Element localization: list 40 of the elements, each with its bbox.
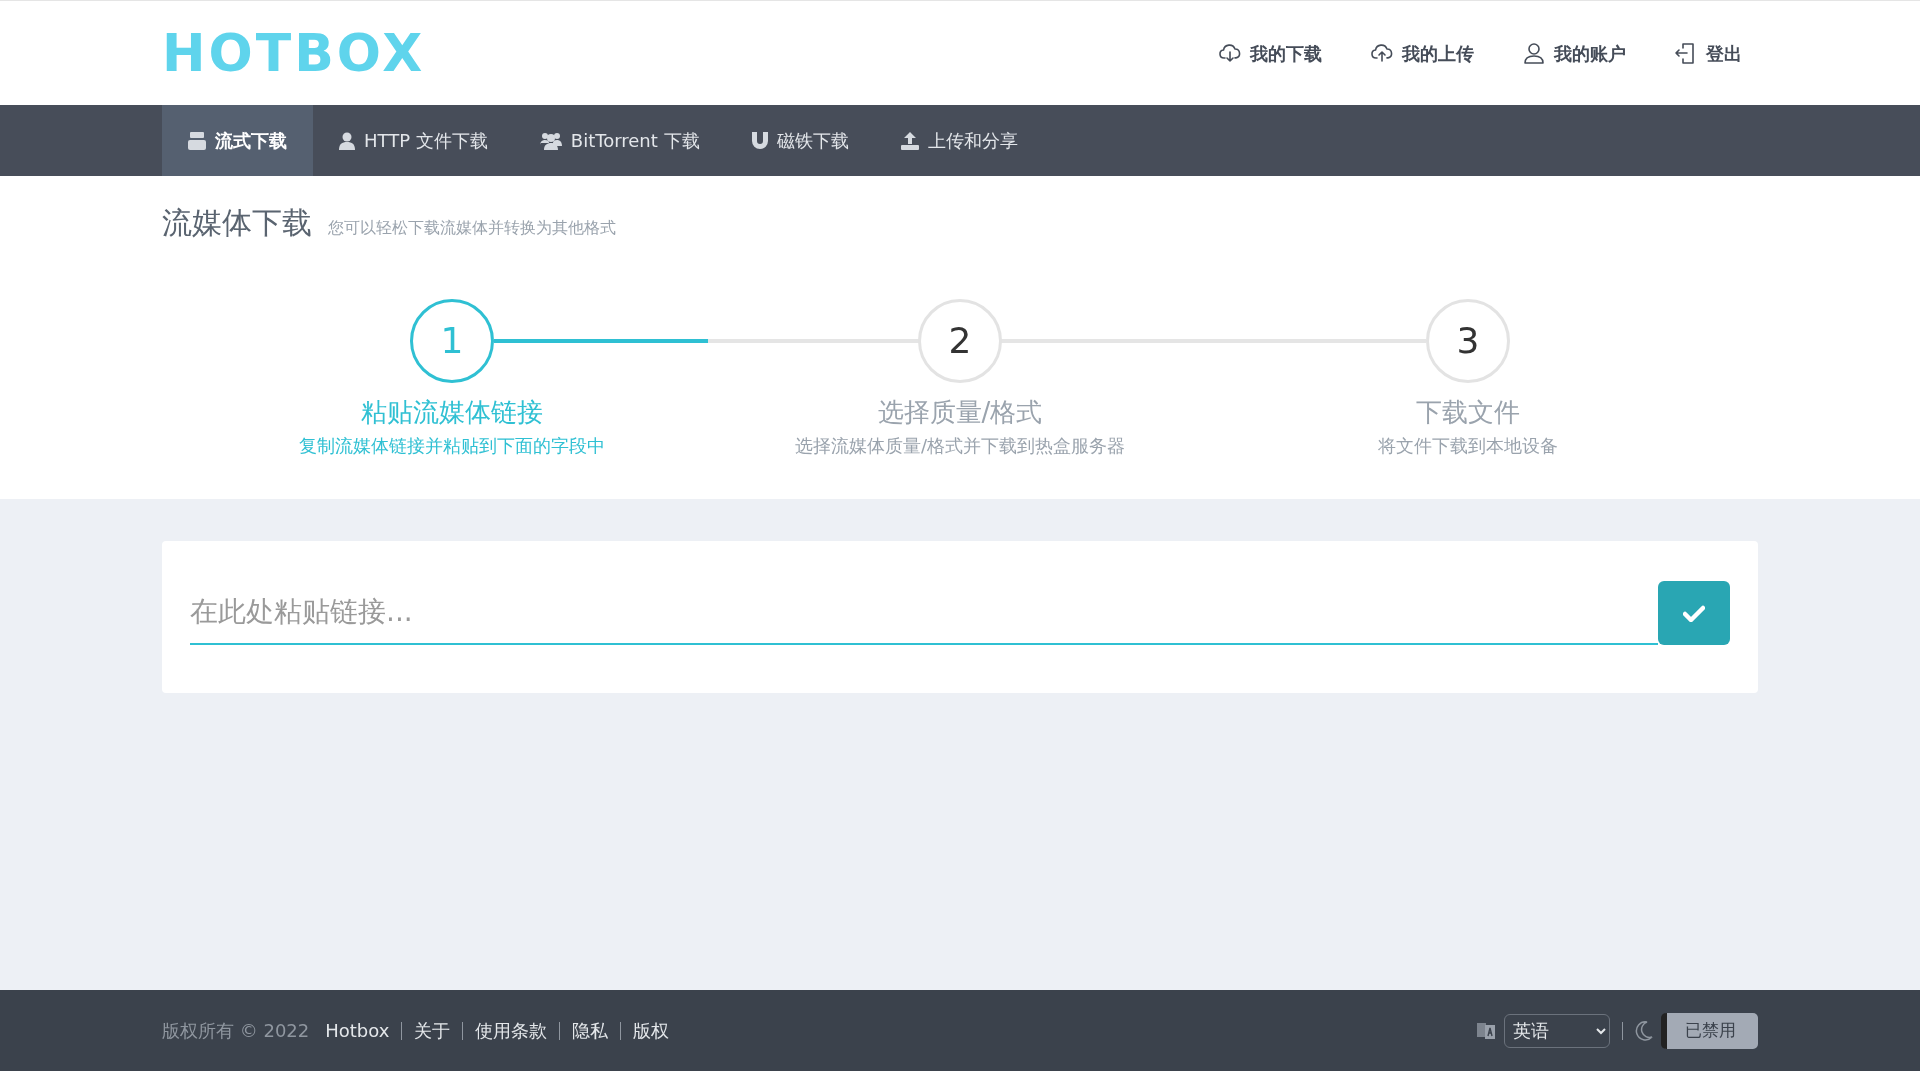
header-link[interactable]: 我的账户 [1522,39,1626,67]
users-icon [539,131,562,150]
copyright-text: 版权所有 © 2022 [162,1019,310,1043]
step-description: 将文件下载到本地设备 [1378,434,1558,458]
header-link[interactable]: 我的下载 [1218,39,1322,67]
nav-tab[interactable]: HTTP 文件下载 [313,105,514,176]
user-icon [339,131,355,150]
upload-icon [900,131,919,150]
user-icon [1522,41,1546,65]
nav-tab[interactable]: 上传和分享 [874,105,1044,176]
submit-button[interactable] [1658,581,1730,645]
footer-link[interactable]: 隐私 [572,1017,609,1044]
header-link[interactable]: 我的上传 [1370,39,1474,67]
step-number: 3 [1426,299,1510,383]
footer-link[interactable]: 使用条款 [475,1017,548,1044]
footer-link[interactable]: 版权 [633,1017,670,1044]
step-description: 选择流媒体质量/格式并下载到热盒服务器 [794,434,1126,458]
brand-link[interactable]: Hotbox [325,1017,390,1044]
step-title: 选择质量/格式 [877,396,1043,429]
dark-mode-toggle[interactable]: 已禁用 [1661,1012,1758,1049]
header-link[interactable]: 登出 [1674,39,1742,67]
translate-icon [1476,1020,1496,1041]
step-number: 2 [918,299,1002,383]
page-subtitle: 您可以轻松下载流媒体并转换为其他格式 [328,217,616,239]
step-number: 1 [410,299,494,383]
step-description: 复制流媒体链接并粘贴到下面的字段中 [299,434,605,458]
cloud-upload-icon [1370,41,1394,65]
magnet-icon [751,131,768,150]
footer-link[interactable]: 关于 [414,1017,451,1044]
nav-tab[interactable]: BitTorrent 下载 [513,105,726,176]
link-field[interactable]: 在此处粘贴链接... [162,541,1758,693]
step-title: 粘贴流媒体链接 [361,396,543,429]
step-title: 下载文件 [1416,396,1520,429]
nav-tab[interactable]: 磁铁下载 [725,105,875,176]
check-icon [1683,604,1705,622]
cloud-download-icon [1218,41,1242,65]
nav-tab[interactable]: 流式下载 [162,105,313,176]
moon-icon [1635,1020,1653,1041]
language-select[interactable]: 英语 [1504,1013,1610,1048]
page-title: 流媒体下载 [162,204,312,242]
